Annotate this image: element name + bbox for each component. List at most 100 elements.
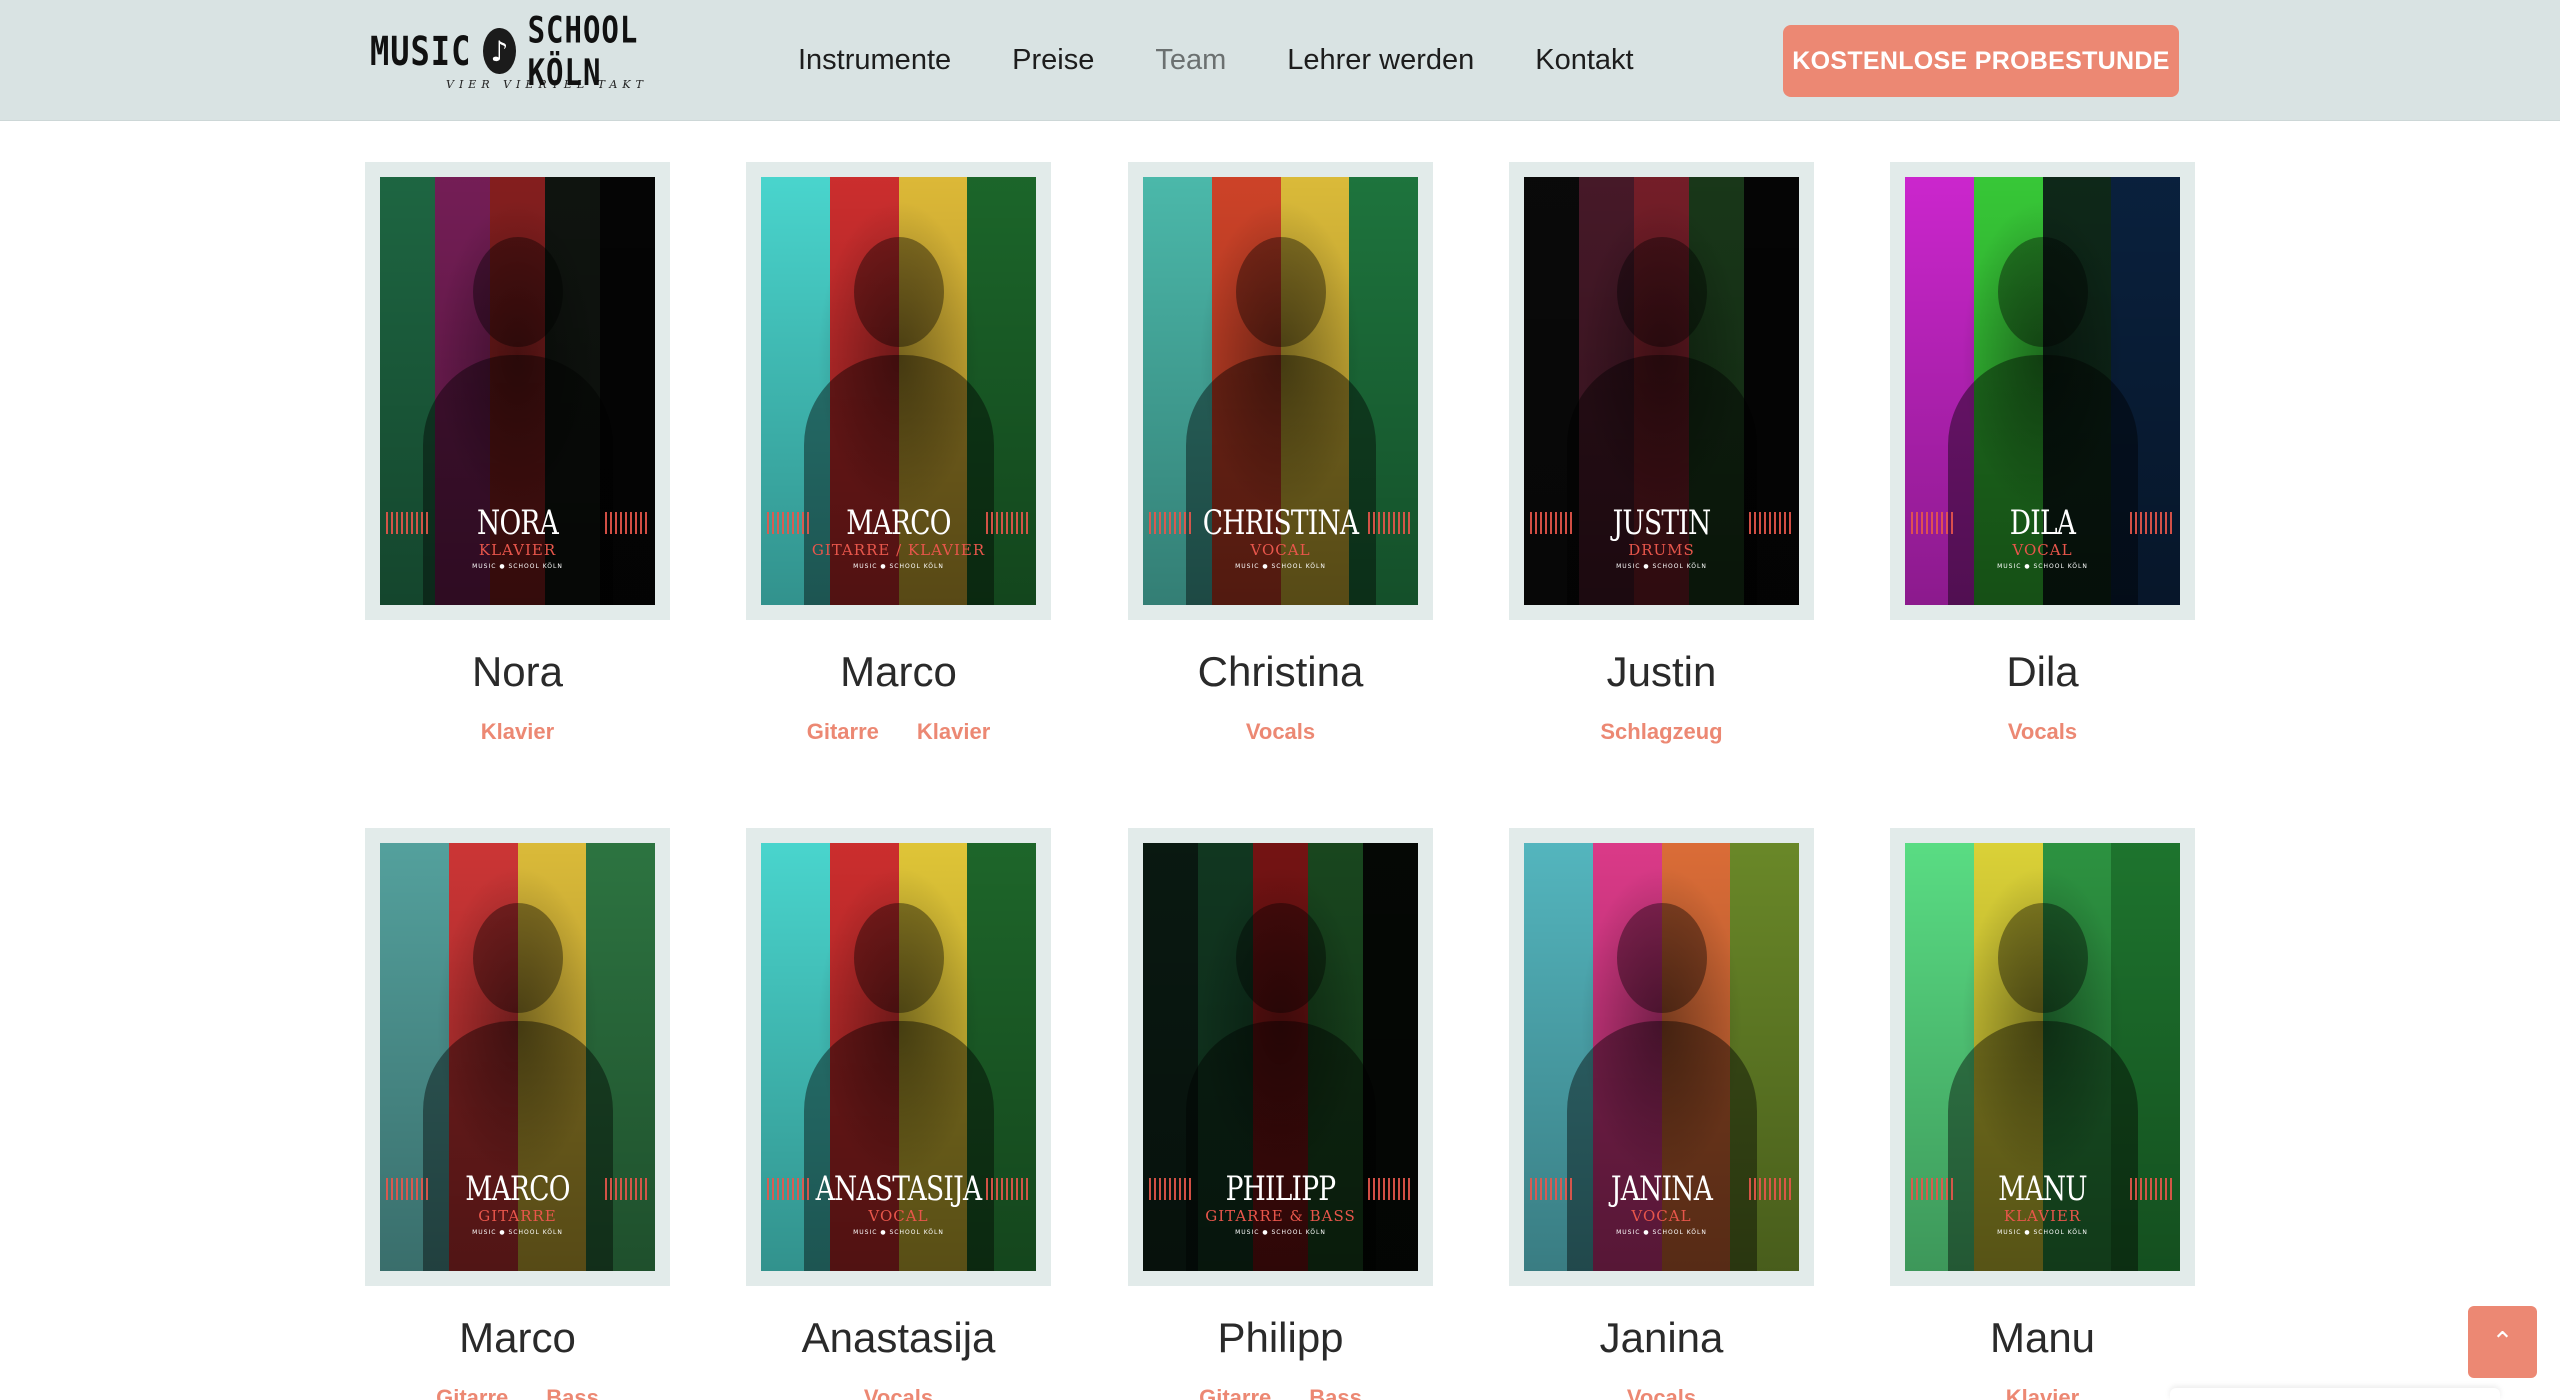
team-member-name: Marco — [840, 648, 957, 695]
music-note-icon: ♪ — [483, 28, 516, 74]
instrument-tag-link[interactable]: Bass — [1309, 1381, 1362, 1400]
instrument-tag-link[interactable]: Klavier — [481, 715, 554, 749]
site-header: MUSIC ♪ SCHOOL KÖLN VIER VIERTEL TAKT In… — [0, 0, 2560, 121]
poster-frame: CHRISTINA VOCAL MUSIC ● SCHOOL KÖLN — [1128, 162, 1433, 620]
bottom-panel — [2170, 1388, 2500, 1400]
poster-name: CHRISTINA — [1202, 503, 1359, 543]
poster-frame: MANU KLAVIER MUSIC ● SCHOOL KÖLN — [1890, 828, 2195, 1286]
poster-name: DILA — [2009, 503, 2076, 543]
poster-frame: DILA VOCAL MUSIC ● SCHOOL KÖLN — [1890, 162, 2195, 620]
instrument-tag-link[interactable]: Schlagzeug — [1600, 715, 1722, 749]
instrument-tag-link[interactable]: Gitarre — [1199, 1381, 1271, 1400]
poster-instrument: KLAVIER — [2003, 1207, 2082, 1225]
team-member-card[interactable]: JANINA VOCAL MUSIC ● SCHOOL KÖLN Janina Voca… — [1509, 828, 1814, 1400]
poster-instrument: GITARRE — [478, 1207, 557, 1225]
team-member-poster[interactable]: JUSTIN DRUMS MUSIC ● SCHOOL KÖLN — [1524, 177, 1799, 605]
team-member-name: Dila — [2006, 648, 2079, 695]
nav-preise[interactable]: Preise — [1012, 38, 1094, 82]
scroll-to-top-button[interactable]: ⌃ — [2468, 1306, 2537, 1378]
team-member-card[interactable]: MARCO GITARRE MUSIC ● SCHOOL KÖLN Marco Gita… — [365, 828, 670, 1400]
team-member-name: Janina — [1599, 1314, 1724, 1361]
poster-brand: MUSIC ● SCHOOL KÖLN — [472, 563, 563, 570]
instrument-tag-link[interactable]: Vocals — [1246, 715, 1315, 749]
instrument-tags: Schlagzeug — [1509, 715, 1814, 749]
instrument-tag-link[interactable]: Klavier — [917, 715, 990, 749]
instrument-tag-link[interactable]: Vocals — [2008, 715, 2077, 749]
team-member-name: Christina — [1197, 648, 1364, 695]
poster-frame: ANASTASIJA VOCAL MUSIC ● SCHOOL KÖLN — [746, 828, 1051, 1286]
poster-brand: MUSIC ● SCHOOL KÖLN — [1997, 563, 2088, 570]
logo-word-school: SCHOOL KÖLN — [527, 8, 639, 94]
instrument-tag-link[interactable]: Vocals — [1627, 1381, 1696, 1400]
team-member-poster[interactable]: NORA KLAVIER MUSIC ● SCHOOL KÖLN — [380, 177, 655, 605]
poster-name: ANASTASIJA — [815, 1169, 982, 1209]
team-member-poster[interactable]: DILA VOCAL MUSIC ● SCHOOL KÖLN — [1905, 177, 2180, 605]
logo-word-music: MUSIC — [370, 27, 472, 75]
poster-instrument: VOCAL — [868, 1207, 929, 1225]
nav-lehrer-werden[interactable]: Lehrer werden — [1287, 38, 1474, 82]
team-member-card[interactable]: ANASTASIJA VOCAL MUSIC ● SCHOOL KÖLN Anasta… — [746, 828, 1051, 1400]
poster-frame: MARCO GITARRE / KLAVIER MUSIC ● SCHOOL KÖL… — [746, 162, 1051, 620]
instrument-tag-link[interactable]: Vocals — [864, 1381, 933, 1400]
poster-name: MARCO — [465, 1169, 570, 1209]
poster-name: PHILIPP — [1225, 1169, 1337, 1209]
poster-frame: JANINA VOCAL MUSIC ● SCHOOL KÖLN — [1509, 828, 1814, 1286]
team-member-poster[interactable]: MANU KLAVIER MUSIC ● SCHOOL KÖLN — [1905, 843, 2180, 1271]
team-member-name: Philipp — [1217, 1314, 1344, 1361]
poster-brand: MUSIC ● SCHOOL KÖLN — [472, 1229, 563, 1236]
instrument-tag-link[interactable]: Gitarre — [436, 1381, 508, 1400]
poster-brand: MUSIC ● SCHOOL KÖLN — [853, 1229, 944, 1236]
team-member-name: Justin — [1606, 648, 1717, 695]
instrument-tags: Gitarre Klavier — [746, 715, 1051, 749]
team-member-card[interactable]: PHILIPP GITARRE & BASS MUSIC ● SCHOOL KÖLN… — [1128, 828, 1433, 1400]
nav-team[interactable]: Team — [1155, 38, 1226, 82]
team-member-poster[interactable]: ANASTASIJA VOCAL MUSIC ● SCHOOL KÖLN — [761, 843, 1036, 1271]
poster-name: NORA — [477, 503, 559, 543]
team-member-card[interactable]: MANU KLAVIER MUSIC ● SCHOOL KÖLN Manu Klavie… — [1890, 828, 2195, 1400]
nav-instrumente[interactable]: Instrumente — [798, 38, 951, 82]
team-member-card[interactable]: MARCO GITARRE / KLAVIER MUSIC ● SCHOOL KÖL… — [746, 162, 1051, 749]
team-member-poster[interactable]: CHRISTINA VOCAL MUSIC ● SCHOOL KÖLN — [1143, 177, 1418, 605]
poster-instrument: KLAVIER — [478, 541, 557, 559]
nav-kontakt[interactable]: Kontakt — [1535, 38, 1633, 82]
poster-name: MANU — [1998, 1169, 2088, 1209]
instrument-tags: Vocals — [1128, 715, 1433, 749]
poster-name: JUSTIN — [1612, 503, 1712, 543]
team-member-poster[interactable]: PHILIPP GITARRE & BASS MUSIC ● SCHOOL KÖLN — [1143, 843, 1418, 1271]
team-member-name: Manu — [1989, 1314, 2096, 1361]
poster-instrument: GITARRE & BASS — [1205, 1207, 1356, 1225]
team-member-poster[interactable]: MARCO GITARRE MUSIC ● SCHOOL KÖLN — [380, 843, 655, 1271]
instrument-tag-link[interactable]: Gitarre — [807, 715, 879, 749]
team-member-poster[interactable]: JANINA VOCAL MUSIC ● SCHOOL KÖLN — [1524, 843, 1799, 1271]
instrument-tags: Vocals — [1890, 715, 2195, 749]
poster-instrument: GITARRE / KLAVIER — [811, 541, 986, 559]
chevron-up-icon: ⌃ — [2491, 1327, 2514, 1357]
poster-brand: MUSIC ● SCHOOL KÖLN — [1616, 563, 1707, 570]
poster-instrument: VOCAL — [1631, 1207, 1692, 1225]
main-nav: Instrumente Preise Team Lehrer werden Ko… — [798, 38, 1695, 82]
poster-frame: NORA KLAVIER MUSIC ● SCHOOL KÖLN — [365, 162, 670, 620]
team-member-card[interactable]: NORA KLAVIER MUSIC ● SCHOOL KÖLN Nora Klavie… — [365, 162, 670, 749]
team-member-card[interactable]: JUSTIN DRUMS MUSIC ● SCHOOL KÖLN Justin Schl… — [1509, 162, 1814, 749]
instrument-tag-link[interactable]: Bass — [546, 1381, 599, 1400]
poster-frame: MARCO GITARRE MUSIC ● SCHOOL KÖLN — [365, 828, 670, 1286]
instrument-tags: Vocals — [746, 1381, 1051, 1400]
poster-name: MARCO — [846, 503, 951, 543]
team-member-name: Nora — [471, 648, 564, 695]
poster-instrument: DRUMS — [1628, 541, 1695, 559]
poster-brand: MUSIC ● SCHOOL KÖLN — [1997, 1229, 2088, 1236]
poster-name: JANINA — [1610, 1169, 1713, 1209]
instrument-tag-link[interactable]: Klavier — [2006, 1381, 2079, 1400]
poster-brand: MUSIC ● SCHOOL KÖLN — [853, 563, 944, 570]
free-trial-lesson-button[interactable]: KOSTENLOSE PROBESTUNDE — [1783, 25, 2179, 97]
site-logo[interactable]: MUSIC ♪ SCHOOL KÖLN VIER VIERTEL TAKT — [370, 9, 670, 96]
team-member-card[interactable]: CHRISTINA VOCAL MUSIC ● SCHOOL KÖLN Christi… — [1128, 162, 1433, 749]
instrument-tags: Gitarre Bass — [365, 1381, 670, 1400]
logo-row: MUSIC ♪ SCHOOL KÖLN — [370, 9, 670, 94]
team-member-poster[interactable]: MARCO GITARRE / KLAVIER MUSIC ● SCHOOL KÖL… — [761, 177, 1036, 605]
instrument-tags: Gitarre Bass — [1128, 1381, 1433, 1400]
instrument-tags: Vocals — [1509, 1381, 1814, 1400]
poster-brand: MUSIC ● SCHOOL KÖLN — [1235, 563, 1326, 570]
team-member-card[interactable]: DILA VOCAL MUSIC ● SCHOOL KÖLN Dila Vocals — [1890, 162, 2195, 749]
team-member-name: Marco — [459, 1314, 576, 1361]
